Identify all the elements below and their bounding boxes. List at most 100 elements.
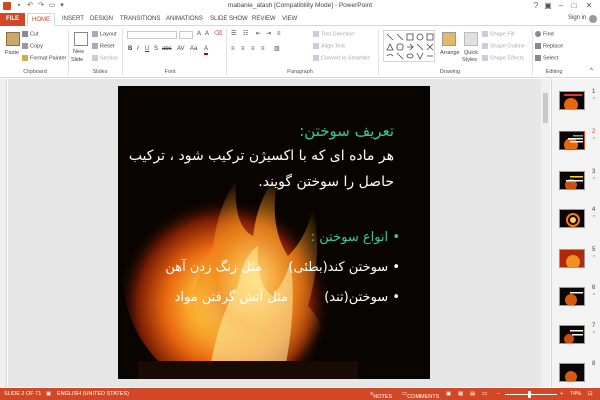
zoom-out-button[interactable]: – [497, 391, 500, 397]
help-icon[interactable]: ? [530, 1, 542, 11]
copy-button[interactable]: Copy [22, 43, 43, 50]
bold-icon[interactable]: B [128, 46, 132, 53]
language-indicator[interactable]: ENGLISH (UNITED STATES) [57, 391, 129, 397]
underline-icon[interactable]: U [145, 46, 149, 53]
tab-review[interactable]: REVIEW [252, 15, 276, 24]
tab-animations[interactable]: ANIMATIONS [166, 15, 203, 24]
slide-number: 2 [592, 129, 596, 135]
close-button[interactable]: ✕ [583, 1, 595, 11]
zoom-slider[interactable] [505, 394, 557, 395]
strikethrough-icon[interactable]: abc [162, 46, 172, 53]
font-color-icon[interactable]: A [204, 46, 209, 55]
shape-effects-button[interactable]: Shape Effects [482, 55, 524, 62]
paste-button[interactable]: Paste [5, 50, 19, 57]
format-painter-button[interactable]: Format Painter [22, 55, 66, 62]
new-slide-icon[interactable] [74, 32, 88, 46]
decrease-indent-icon[interactable]: ⇤ [256, 31, 261, 38]
font-name-select[interactable] [127, 31, 177, 39]
columns-icon[interactable]: ▥ [274, 46, 280, 53]
change-case-icon[interactable]: Aa [190, 46, 197, 53]
tab-file[interactable]: FILE [0, 13, 25, 26]
find-button[interactable]: Find [535, 31, 554, 38]
convert-smartart-button[interactable]: Convert to SmartArt [313, 55, 370, 62]
replace-button[interactable]: Replace [535, 43, 563, 50]
justify-icon[interactable]: ≡ [261, 46, 265, 53]
align-right-icon[interactable]: ≡ [251, 46, 255, 53]
zoom-slider-thumb[interactable] [528, 391, 531, 398]
select-button[interactable]: Select [535, 55, 558, 62]
definition-line-1[interactable]: هر ماده ای که با اکسیژن ترکیب شود ، ترکی… [129, 148, 394, 164]
numbering-icon[interactable]: ☷ [243, 31, 248, 38]
grow-font-icon[interactable]: A [197, 31, 201, 38]
paste-icon[interactable] [6, 32, 20, 46]
tab-transitions[interactable]: TRANSITIONS [120, 15, 160, 24]
collapse-ribbon-icon[interactable]: ^ [590, 68, 593, 74]
slide-title[interactable]: تعریف سوختن: [299, 122, 394, 140]
account-avatar-icon[interactable] [589, 15, 597, 23]
text-direction-button[interactable]: Text Direction [313, 31, 354, 38]
slide-thumbnail-7[interactable] [559, 325, 585, 344]
definition-line-2[interactable]: حاصل را سوختن گویند. [258, 174, 394, 190]
arrange-icon[interactable] [442, 32, 456, 46]
slide-thumbnail-2[interactable] [559, 131, 585, 150]
shrink-font-icon[interactable]: A [205, 31, 209, 38]
combustion-types-heading[interactable]: • انواع سوختن : [311, 230, 400, 245]
shape-fill-button[interactable]: Shape Fill [482, 31, 514, 38]
font-size-select[interactable] [179, 31, 193, 39]
reading-view-icon[interactable]: ▤ [470, 391, 475, 397]
tab-view[interactable]: VIEW [282, 15, 297, 24]
quick-styles-button[interactable]: Quick [464, 50, 478, 57]
char-spacing-icon[interactable]: AV [177, 46, 185, 53]
layout-button[interactable]: Layout [92, 31, 117, 38]
shape-outline-button[interactable]: Shape Outline [482, 43, 525, 50]
slow-combustion-item[interactable]: • سوختن کند(بطئی) [288, 260, 400, 275]
arrange-button[interactable]: Arrange [440, 50, 460, 57]
shapes-gallery[interactable] [383, 30, 435, 62]
ribbon-display-icon[interactable]: ▣ [542, 1, 554, 11]
fast-combustion-item[interactable]: • سوختن(تند) [324, 290, 400, 305]
slide-thumbnail-4[interactable] [559, 209, 585, 228]
align-center-icon[interactable]: ≡ [241, 46, 245, 53]
fit-to-window-icon[interactable]: ⊡ [588, 391, 593, 397]
tab-home[interactable]: HOME [27, 13, 55, 26]
line-spacing-icon[interactable]: ≡ [277, 31, 281, 38]
align-left-icon[interactable]: ≡ [231, 46, 235, 53]
quick-styles-icon[interactable] [464, 32, 478, 46]
tab-design[interactable]: DESIGN [90, 15, 113, 24]
normal-view-icon[interactable]: ▣ [446, 391, 451, 397]
italic-icon[interactable]: I [137, 46, 139, 53]
section-button[interactable]: Section [92, 55, 118, 62]
comments-button[interactable]: ▭ COMMENTS [402, 391, 439, 400]
fast-combustion-example[interactable]: مثل آتش گرفتن مواد [175, 290, 288, 305]
tab-insert[interactable]: INSERT [62, 15, 84, 24]
slide-thumbnail-8[interactable] [559, 363, 585, 382]
slide-thumbnail-5[interactable] [559, 249, 585, 268]
align-text-button[interactable]: Align Text [313, 43, 345, 50]
cut-button[interactable]: Cut [22, 31, 39, 38]
slow-combustion-example[interactable]: مثل زنگ زدن آهن [165, 260, 262, 275]
drawing-group-label: Drawing [439, 69, 461, 75]
tab-slide-show[interactable]: SLIDE SHOW [210, 15, 248, 24]
slide-thumbnail-6[interactable] [559, 287, 585, 306]
slide-thumbnail-1[interactable] [559, 91, 585, 110]
zoom-level[interactable]: 74% [570, 391, 581, 397]
maximize-button[interactable]: □ [568, 1, 580, 11]
reset-button[interactable]: Reset [92, 43, 114, 50]
slide-thumbnail-3[interactable] [559, 171, 585, 190]
minimize-button[interactable]: – [555, 1, 567, 11]
notes-button[interactable]: ≡ NOTES [370, 391, 392, 400]
new-slide-button[interactable]: New [73, 49, 84, 56]
bullets-icon[interactable]: ☰ [231, 31, 236, 38]
scrollbar-thumb[interactable] [543, 93, 548, 123]
increase-indent-icon[interactable]: ⇥ [266, 31, 271, 38]
vertical-scrollbar[interactable] [541, 79, 550, 387]
slideshow-view-icon[interactable]: ▭ [482, 391, 487, 397]
smartart-icon [313, 55, 319, 61]
sign-in-link[interactable]: Sign in [568, 15, 586, 21]
clear-format-icon[interactable]: ⌫ [214, 31, 222, 38]
shadow-icon[interactable]: S [154, 46, 158, 53]
slide-sorter-icon[interactable]: ▦ [458, 391, 463, 397]
zoom-in-button[interactable]: + [560, 391, 563, 397]
slide-canvas[interactable]: تعریف سوختن: هر ماده ای که با اکسیژن ترک… [118, 86, 430, 379]
spellcheck-icon[interactable]: ▣ [46, 391, 51, 397]
